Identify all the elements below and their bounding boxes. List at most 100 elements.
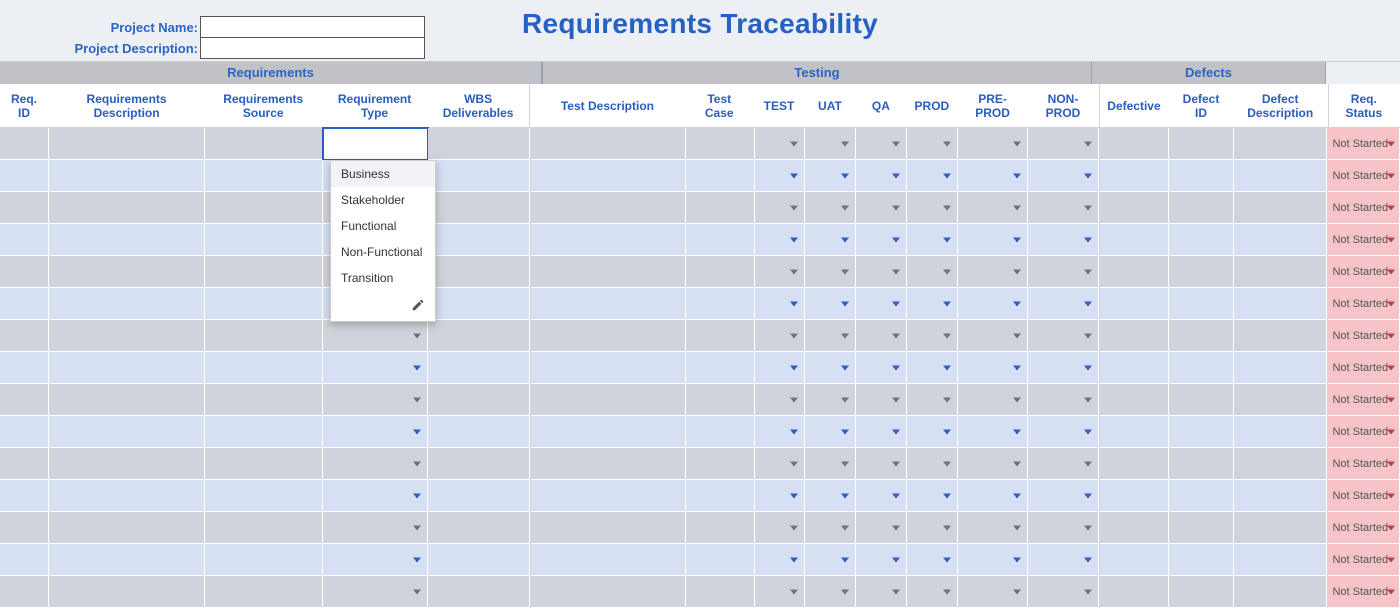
cell[interactable] bbox=[1028, 192, 1098, 224]
cell[interactable] bbox=[1028, 448, 1098, 480]
cell[interactable] bbox=[1234, 320, 1328, 352]
dropdown-edit[interactable] bbox=[331, 291, 435, 321]
cell[interactable] bbox=[428, 128, 530, 160]
cell[interactable] bbox=[805, 128, 856, 160]
cell[interactable] bbox=[1234, 544, 1328, 576]
cell[interactable] bbox=[205, 288, 322, 320]
cell[interactable] bbox=[755, 128, 806, 160]
cell[interactable] bbox=[755, 480, 806, 512]
cell[interactable] bbox=[49, 160, 205, 192]
cell[interactable] bbox=[323, 384, 429, 416]
cell[interactable] bbox=[1028, 576, 1098, 608]
cell[interactable] bbox=[907, 512, 958, 544]
status-cell[interactable]: Not Started bbox=[1327, 192, 1400, 224]
cell[interactable] bbox=[0, 448, 49, 480]
cell[interactable] bbox=[755, 512, 806, 544]
cell[interactable] bbox=[907, 384, 958, 416]
cell[interactable] bbox=[958, 352, 1028, 384]
status-cell[interactable]: Not Started bbox=[1327, 544, 1400, 576]
cell[interactable] bbox=[755, 192, 806, 224]
cell[interactable] bbox=[1099, 352, 1169, 384]
cell[interactable] bbox=[755, 352, 806, 384]
cell[interactable] bbox=[428, 544, 530, 576]
cell[interactable] bbox=[1099, 288, 1169, 320]
cell[interactable] bbox=[530, 576, 686, 608]
cell[interactable] bbox=[856, 576, 907, 608]
cell[interactable] bbox=[1169, 352, 1234, 384]
cell[interactable] bbox=[428, 288, 530, 320]
cell[interactable] bbox=[0, 576, 49, 608]
cell[interactable] bbox=[856, 256, 907, 288]
col-defective[interactable]: Defective bbox=[1099, 84, 1169, 127]
cell[interactable] bbox=[0, 416, 49, 448]
cell[interactable] bbox=[907, 352, 958, 384]
cell[interactable] bbox=[686, 224, 754, 256]
cell[interactable] bbox=[856, 384, 907, 416]
cell[interactable] bbox=[958, 320, 1028, 352]
cell[interactable] bbox=[907, 480, 958, 512]
cell[interactable] bbox=[686, 448, 754, 480]
cell[interactable] bbox=[805, 448, 856, 480]
cell[interactable] bbox=[686, 160, 754, 192]
cell[interactable] bbox=[1028, 256, 1098, 288]
cell[interactable] bbox=[805, 512, 856, 544]
cell[interactable] bbox=[530, 448, 686, 480]
cell[interactable] bbox=[686, 288, 754, 320]
status-cell[interactable]: Not Started bbox=[1327, 160, 1400, 192]
cell[interactable] bbox=[1099, 576, 1169, 608]
cell[interactable] bbox=[428, 320, 530, 352]
cell[interactable] bbox=[49, 576, 205, 608]
cell[interactable] bbox=[0, 192, 49, 224]
cell[interactable] bbox=[958, 576, 1028, 608]
cell[interactable] bbox=[428, 576, 530, 608]
cell[interactable] bbox=[1169, 224, 1234, 256]
cell[interactable] bbox=[49, 384, 205, 416]
cell[interactable] bbox=[1028, 352, 1098, 384]
dropdown-option[interactable]: Non-Functional bbox=[331, 239, 435, 265]
cell[interactable] bbox=[530, 480, 686, 512]
cell[interactable] bbox=[530, 224, 686, 256]
cell[interactable] bbox=[1169, 576, 1234, 608]
status-cell[interactable]: Not Started bbox=[1327, 256, 1400, 288]
cell[interactable] bbox=[530, 416, 686, 448]
status-cell[interactable]: Not Started bbox=[1327, 384, 1400, 416]
cell[interactable] bbox=[0, 160, 49, 192]
req-type-dropdown[interactable]: Business Stakeholder Functional Non-Func… bbox=[330, 160, 436, 322]
cell[interactable] bbox=[1099, 416, 1169, 448]
cell[interactable] bbox=[1169, 320, 1234, 352]
cell[interactable] bbox=[0, 288, 49, 320]
cell[interactable] bbox=[323, 576, 429, 608]
cell[interactable] bbox=[856, 480, 907, 512]
cell[interactable] bbox=[1169, 416, 1234, 448]
cell[interactable] bbox=[805, 544, 856, 576]
cell[interactable] bbox=[530, 320, 686, 352]
cell[interactable] bbox=[856, 544, 907, 576]
cell[interactable] bbox=[530, 512, 686, 544]
cell[interactable] bbox=[49, 448, 205, 480]
cell[interactable] bbox=[686, 480, 754, 512]
cell[interactable] bbox=[686, 384, 754, 416]
cell[interactable] bbox=[1099, 448, 1169, 480]
cell[interactable] bbox=[686, 256, 754, 288]
col-preprod[interactable]: PRE-PROD bbox=[958, 84, 1028, 127]
cell[interactable] bbox=[1169, 256, 1234, 288]
cell[interactable] bbox=[1169, 480, 1234, 512]
cell[interactable] bbox=[49, 128, 205, 160]
col-uat[interactable]: UAT bbox=[805, 84, 856, 127]
dropdown-option[interactable]: Business bbox=[331, 161, 435, 187]
cell[interactable] bbox=[805, 224, 856, 256]
status-cell[interactable]: Not Started bbox=[1327, 576, 1400, 608]
cell[interactable] bbox=[1234, 128, 1328, 160]
cell[interactable] bbox=[1234, 512, 1328, 544]
col-status[interactable]: Req. Status bbox=[1328, 84, 1400, 127]
cell[interactable] bbox=[856, 416, 907, 448]
cell[interactable] bbox=[1169, 192, 1234, 224]
cell[interactable] bbox=[805, 256, 856, 288]
cell[interactable] bbox=[755, 544, 806, 576]
cell[interactable] bbox=[1099, 160, 1169, 192]
col-req-id[interactable]: Req. ID bbox=[0, 84, 49, 127]
cell[interactable] bbox=[1234, 256, 1328, 288]
cell[interactable] bbox=[1169, 128, 1234, 160]
cell[interactable] bbox=[1169, 512, 1234, 544]
cell[interactable] bbox=[1028, 480, 1098, 512]
